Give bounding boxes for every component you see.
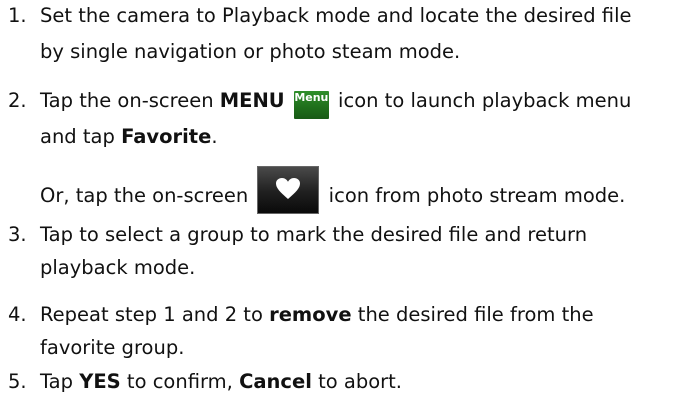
- menu-icon: Menu: [293, 91, 329, 119]
- cancel-bold-label: Cancel: [239, 370, 312, 393]
- heart-icon: [257, 166, 320, 214]
- step-text: and tap Favorite.: [40, 125, 218, 148]
- favorite-bold-label: Favorite: [121, 125, 212, 148]
- instruction-steps: 1. Set the camera to Playback mode and l…: [0, 0, 687, 399]
- step-text: Tap YES to confirm, Cancel to abort.: [40, 370, 402, 393]
- remove-bold-label: remove: [269, 303, 352, 326]
- step-number: 5.: [8, 370, 27, 393]
- step-number: 1.: [8, 4, 27, 27]
- step-text: playback mode.: [40, 256, 196, 279]
- step-number: 2.: [8, 89, 27, 112]
- step-text: favorite group.: [40, 336, 185, 359]
- step-text: Repeat step 1 and 2 to remove the desire…: [40, 303, 594, 326]
- step-text: Tap the on-screen MENU Menu icon to laun…: [40, 88, 631, 119]
- step-text: Set the camera to Playback mode and loca…: [40, 4, 632, 27]
- step-number: 3.: [8, 223, 27, 246]
- yes-bold-label: YES: [79, 370, 121, 393]
- step-text: Tap to select a group to mark the desire…: [40, 223, 588, 246]
- menu-bold-label: MENU: [219, 89, 285, 112]
- step-text: Or, tap the on-screen icon from photo st…: [40, 166, 625, 214]
- step-text: by single navigation or photo steam mode…: [40, 40, 461, 63]
- step-number: 4.: [8, 303, 27, 326]
